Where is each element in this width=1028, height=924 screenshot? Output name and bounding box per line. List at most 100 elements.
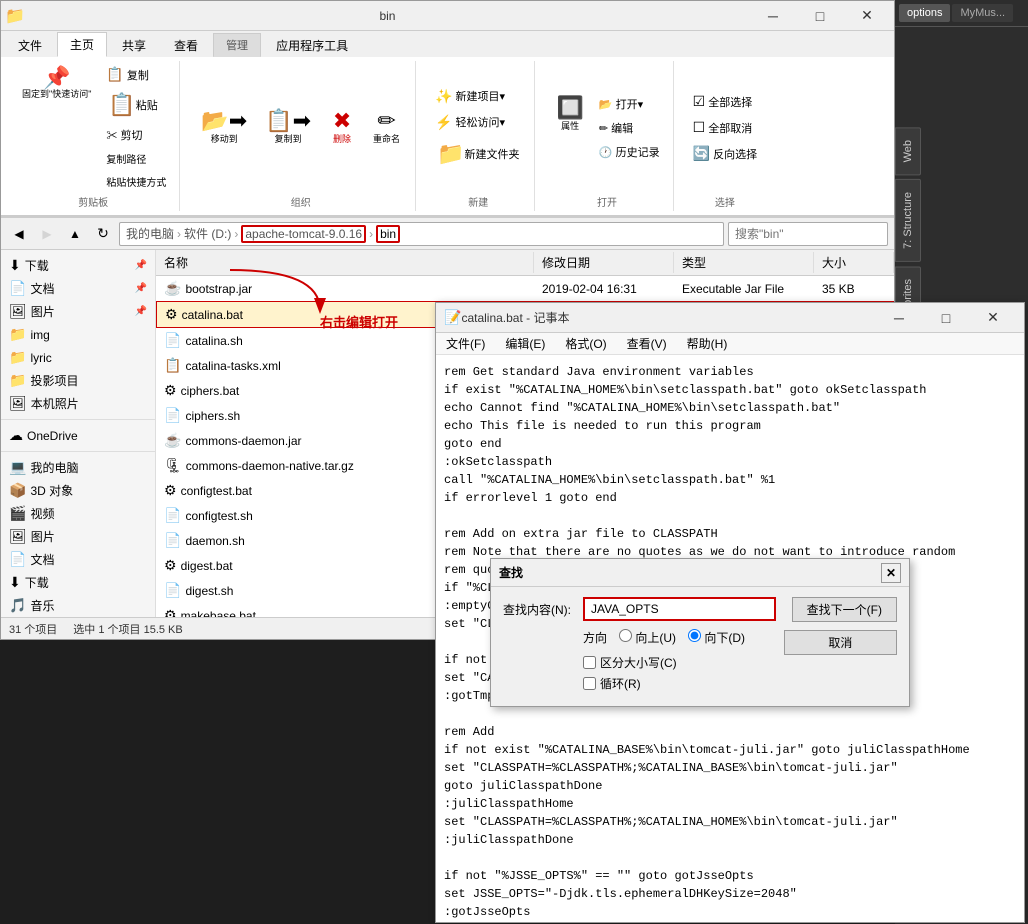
open-button[interactable]: 📂 打开▾ — [594, 93, 665, 115]
vtab-structure[interactable]: 7: Structure — [895, 179, 921, 262]
notepad-close[interactable]: ✕ — [970, 303, 1016, 333]
case-checkbox[interactable] — [583, 656, 596, 669]
notepad-title-text: catalina.bat - 记事本 — [461, 309, 876, 326]
tab-mymusic[interactable]: MyMus... — [952, 4, 1013, 22]
forward-button[interactable]: ▶ — [35, 222, 59, 246]
col-size[interactable]: 大小 — [814, 252, 894, 273]
sidebar-item-photos[interactable]: 🖼 本机照片 — [1, 392, 155, 415]
up-button[interactable]: ▲ — [63, 222, 87, 246]
ribbon-group-select: ☑全部选择 ☐全部取消 🔄反向选择 选择 — [680, 61, 770, 211]
direction-down-radio[interactable] — [688, 629, 701, 642]
history-button[interactable]: 🕐 历史记录 — [594, 141, 665, 163]
ribbon-select-items: ☑全部选择 ☐全部取消 🔄反向选择 — [688, 63, 762, 192]
tab-options[interactable]: options — [899, 4, 950, 22]
search-box: 🔍 — [728, 222, 888, 246]
notepad-menu-format[interactable]: 格式(O) — [555, 333, 616, 354]
find-direction: 方向 向上(U) 向下(D) — [583, 629, 776, 646]
col-type[interactable]: 类型 — [674, 252, 814, 273]
pin-button[interactable]: 📌 固定到"快速访问" — [15, 63, 98, 104]
sidebar-item-projects[interactable]: 📁 投影项目 — [1, 369, 155, 392]
pin-icon-docs[interactable]: 📌 — [135, 283, 147, 294]
properties-button[interactable]: 🔲 属性 — [549, 93, 590, 136]
file-size: 35 KB — [814, 280, 894, 298]
pictures2-icon: 🖼 — [9, 528, 27, 545]
tab-apptool[interactable]: 应用程序工具 — [263, 33, 361, 57]
delete-button[interactable]: ✖ 删除 — [322, 106, 362, 149]
top-tabs: options MyMus... — [895, 0, 1028, 27]
ribbon-tabs: 文件 主页 共享 查看 管理 应用程序工具 — [1, 31, 894, 57]
sidebar-item-pictures2[interactable]: 🖼 图片 — [1, 525, 155, 548]
tab-manage[interactable]: 管理 — [213, 33, 261, 57]
notepad-menu-view[interactable]: 查看(V) — [617, 333, 677, 354]
pin-icon[interactable]: 📌 — [135, 260, 147, 271]
3d-icon: 📦 — [9, 482, 26, 499]
vtab-web[interactable]: Web — [895, 127, 921, 175]
notepad-minimize[interactable]: ─ — [876, 303, 922, 333]
notepad-maximize[interactable]: □ — [923, 303, 969, 333]
tab-home[interactable]: 主页 — [57, 32, 107, 57]
sidebar-item-lyric[interactable]: 📁 lyric — [1, 346, 155, 369]
select-all-button[interactable]: ☑全部选择 — [688, 90, 758, 113]
ribbon-group-new: ✨新建项目▾ ⚡轻松访问▾ 📁 新建文件夹 新建 — [422, 61, 535, 211]
close-button[interactable]: ✕ — [844, 1, 890, 31]
maximize-button[interactable]: □ — [797, 1, 843, 31]
file-icon: 📄 — [164, 507, 181, 523]
refresh-button[interactable]: ↻ — [91, 222, 115, 246]
deselect-all-button[interactable]: ☐全部取消 — [688, 116, 758, 139]
file-row[interactable]: ☕bootstrap.jar 2019-02-04 16:31 Executab… — [156, 276, 894, 301]
img-icon: 📁 — [9, 326, 26, 343]
find-cancel-button[interactable]: 取消 — [784, 630, 897, 655]
tab-share[interactable]: 共享 — [109, 33, 159, 57]
sidebar-item-img[interactable]: 📁 img — [1, 323, 155, 346]
col-name[interactable]: 名称 — [156, 252, 534, 273]
copy-button[interactable]: 📋复制 — [101, 63, 171, 86]
new-item-button[interactable]: ✨新建项目▾ — [430, 85, 510, 108]
easy-access-button[interactable]: ⚡轻松访问▾ — [430, 111, 510, 134]
sidebar-item-pics[interactable]: 🖼 图片 📌 — [1, 300, 155, 323]
notepad-menu-edit[interactable]: 编辑(E) — [495, 333, 555, 354]
sidebar-item-3d[interactable]: 📦 3D 对象 — [1, 479, 155, 502]
pin-icon-pics[interactable]: 📌 — [135, 306, 147, 317]
file-name: ☕bootstrap.jar — [156, 278, 534, 299]
copy-to-button[interactable]: 📋➡ 复制到 — [258, 106, 318, 149]
direction-up-radio[interactable] — [619, 629, 632, 642]
tab-file[interactable]: 文件 — [5, 33, 55, 57]
col-date[interactable]: 修改日期 — [534, 252, 674, 273]
loop-checkbox[interactable] — [583, 677, 596, 690]
sidebar-item-music[interactable]: 🎵 音乐 — [1, 594, 155, 617]
file-icon: 🗜 — [164, 457, 182, 473]
ribbon-group-clipboard: 📌 固定到"快速访问" 📋复制 📋 粘贴 — [7, 61, 180, 211]
notepad-menu-file[interactable]: 文件(F) — [436, 333, 495, 354]
sidebar-item-docs[interactable]: 📄 文档 📌 — [1, 277, 155, 300]
find-close-button[interactable]: ✕ — [881, 563, 901, 583]
tab-view[interactable]: 查看 — [161, 33, 211, 57]
sidebar-item-video[interactable]: 🎬 视频 — [1, 502, 155, 525]
address-path[interactable]: 我的电脑 › 软件 (D:) › apache-tomcat-9.0.16 › … — [119, 222, 724, 246]
cut-button[interactable]: ✂ 剪切 — [101, 124, 171, 146]
paste-shortcut-button[interactable]: 粘贴快捷方式 — [101, 171, 171, 192]
sidebar-item-onedrive[interactable]: ☁ OneDrive — [1, 424, 155, 447]
new-label: 新建 — [468, 194, 488, 209]
move-to-button[interactable]: 📂➡ 移动到 — [194, 106, 254, 149]
invert-select-button[interactable]: 🔄反向选择 — [688, 142, 762, 165]
back-button[interactable]: ◀ — [7, 222, 31, 246]
sidebar-item-download[interactable]: ⬇ 下载 📌 — [1, 254, 155, 277]
sidebar-item-download2[interactable]: ⬇ 下载 — [1, 571, 155, 594]
notepad-menu-help[interactable]: 帮助(H) — [677, 333, 738, 354]
sidebar-item-mypc[interactable]: 💻 我的电脑 — [1, 456, 155, 479]
file-icon: ⚙ — [165, 306, 178, 322]
search-input[interactable] — [735, 227, 890, 241]
find-search-input[interactable] — [583, 597, 776, 621]
sidebar-divider — [1, 419, 155, 420]
status-count: 31 个项目 — [9, 621, 57, 637]
new-folder-button[interactable]: 📁 新建文件夹 — [430, 137, 526, 171]
paste-button[interactable]: 📋 粘贴 — [101, 88, 171, 122]
minimize-button[interactable]: ─ — [750, 1, 796, 31]
edit-button[interactable]: ✏ 编辑 — [594, 117, 665, 139]
address-bar: ◀ ▶ ▲ ↻ 我的电脑 › 软件 (D:) › apache-tomcat-9… — [1, 218, 894, 250]
file-icon: 📄 — [164, 407, 181, 423]
sidebar-item-docs2[interactable]: 📄 文档 — [1, 548, 155, 571]
rename-button[interactable]: ✏ 重命名 — [366, 106, 407, 149]
copy-path-button[interactable]: 复制路径 — [101, 148, 171, 169]
find-next-button[interactable]: 查找下一个(F) — [792, 597, 897, 622]
